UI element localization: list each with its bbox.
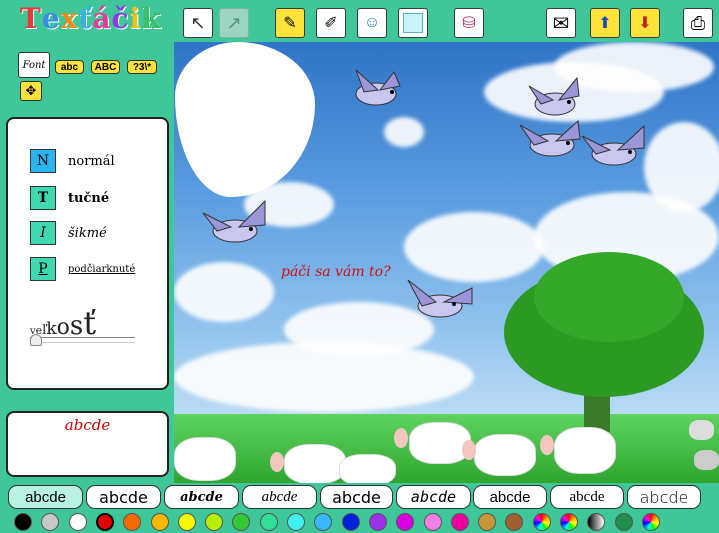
font-choice-2[interactable]: abcde: [86, 485, 161, 509]
printer-icon: ⎙: [690, 12, 706, 33]
color-swatch-17[interactable]: [450, 513, 469, 531]
color-swatch-1[interactable]: [14, 513, 32, 531]
box-down-icon: ⬇: [638, 15, 652, 32]
color-swatch-7[interactable]: [177, 513, 196, 531]
font-choice-7[interactable]: abcde: [473, 485, 547, 509]
color-swatch-5[interactable]: [123, 513, 142, 531]
size-slider-thumb[interactable]: [30, 334, 42, 346]
sheep-5[interactable]: [474, 434, 536, 476]
font-choice-1[interactable]: abcde: [8, 485, 83, 509]
color-swatch-11[interactable]: [287, 513, 305, 531]
underline-style-label: podčiarknuté: [68, 263, 136, 275]
style-underline-row[interactable]: P podčiarknuté: [30, 257, 135, 281]
color-swatch-19[interactable]: [505, 513, 524, 531]
color-swatch-16[interactable]: [423, 513, 442, 531]
color-swatch-14[interactable]: [368, 513, 387, 531]
envelope-icon: ✉: [552, 12, 570, 35]
font-choice-6[interactable]: abcde: [396, 485, 471, 509]
font-button[interactable]: Font: [18, 52, 50, 78]
sheep-6[interactable]: [554, 427, 616, 474]
mail-button[interactable]: ✉: [546, 8, 576, 38]
print-button[interactable]: ⎙: [683, 8, 713, 38]
color-swatch-15[interactable]: [396, 513, 415, 531]
color-swatch-22[interactable]: [587, 513, 606, 531]
style-bold-row[interactable]: T tučné: [30, 186, 109, 210]
frame-icon: [403, 13, 423, 33]
canvas-text[interactable]: páči sa vám to?: [281, 264, 391, 280]
font-choice-8[interactable]: abcde: [550, 485, 624, 509]
cat-1[interactable]: [689, 420, 714, 440]
style-italic-row[interactable]: I šikmé: [30, 221, 107, 245]
pen-icon: ✎: [283, 15, 297, 32]
face-button[interactable]: ☺: [357, 8, 387, 38]
underline-style-button[interactable]: P: [30, 257, 56, 281]
move-handle[interactable]: ✥: [20, 81, 42, 101]
paint-can-icon: ⛁: [462, 15, 476, 32]
box-up-icon: ⬆: [598, 15, 612, 32]
color-swatch-24[interactable]: [641, 513, 660, 531]
arrow-grey-icon: ↗: [226, 12, 242, 33]
bold-style-button[interactable]: T: [30, 186, 56, 210]
italic-style-label: šikmé: [68, 225, 107, 241]
font-choice-5[interactable]: abcde: [320, 485, 393, 509]
load-button[interactable]: ⬇: [630, 8, 660, 38]
bird-1[interactable]: [344, 62, 414, 117]
font-choice-9[interactable]: abcde: [627, 485, 701, 509]
app-logo: Texťáčik: [20, 2, 162, 35]
cat-2[interactable]: [694, 450, 719, 470]
size-slider-track[interactable]: [30, 337, 135, 343]
color-swatch-9[interactable]: [232, 513, 251, 531]
arrow-icon: ↖: [190, 12, 206, 33]
color-swatch-13[interactable]: [341, 513, 360, 531]
color-swatch-4[interactable]: [95, 513, 114, 531]
pencil-icon: ✐: [324, 15, 338, 32]
font-choice-4[interactable]: abcde: [242, 485, 317, 509]
sheep-4[interactable]: [409, 422, 471, 464]
sheep-1[interactable]: [174, 437, 236, 481]
symbols-button[interactable]: ?3\*: [127, 60, 157, 74]
bird-6[interactable]: [402, 274, 477, 329]
color-swatch-20[interactable]: [532, 513, 551, 531]
style-normal-row[interactable]: N normál: [30, 149, 115, 173]
bird-4[interactable]: [574, 122, 654, 177]
color-swatch-6[interactable]: [150, 513, 169, 531]
frame-button[interactable]: [398, 8, 428, 38]
pen-button[interactable]: ✎: [275, 8, 305, 38]
normal-style-button[interactable]: N: [30, 149, 56, 173]
color-swatch-23[interactable]: [614, 513, 633, 531]
color-swatch-12[interactable]: [314, 513, 333, 531]
white-blob-shape[interactable]: [175, 42, 315, 197]
disabled-arrow-button[interactable]: ↗: [219, 8, 249, 38]
move-icon: ✥: [25, 83, 37, 98]
color-swatch-21[interactable]: [560, 513, 578, 531]
face-icon: ☺: [363, 14, 381, 31]
sheep-3[interactable]: [339, 454, 396, 483]
color-swatch-3[interactable]: [68, 513, 87, 531]
style-panel: N normál T tučné I šikmé P podčiarknuté …: [6, 117, 169, 390]
uppercase-button[interactable]: ABC: [91, 60, 120, 74]
normal-style-label: normál: [68, 153, 115, 169]
text-preview: abcde: [6, 411, 169, 477]
pencil-button[interactable]: ✐: [316, 8, 346, 38]
drawing-canvas[interactable]: páči sa vám to?: [174, 42, 719, 483]
color-swatch-10[interactable]: [259, 513, 278, 531]
cursor-arrow-button[interactable]: ↖: [183, 8, 213, 38]
lowercase-button[interactable]: abc: [55, 60, 84, 74]
color-swatch-2[interactable]: [41, 513, 60, 531]
font-choice-3[interactable]: abcde: [164, 485, 239, 509]
bird-5[interactable]: [199, 197, 274, 252]
italic-style-button[interactable]: I: [30, 221, 56, 245]
color-swatch-8[interactable]: [205, 513, 224, 531]
sheep-2[interactable]: [284, 444, 346, 483]
bold-style-label: tučné: [68, 190, 110, 206]
paint-button[interactable]: ⛁: [454, 8, 484, 38]
color-swatch-18[interactable]: [478, 513, 497, 531]
save-button[interactable]: ⬆: [590, 8, 620, 38]
